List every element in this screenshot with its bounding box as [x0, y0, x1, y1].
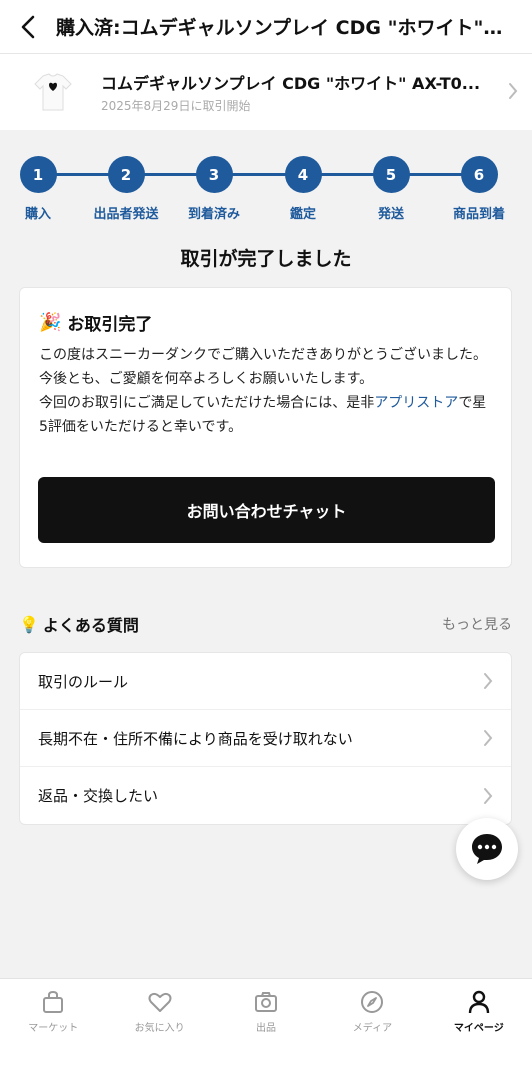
- nav-media[interactable]: メディア: [319, 979, 425, 1080]
- page-title: 購入済:コムデギャルソンプレイ CDG "ホワイト" AX-T0...: [56, 17, 506, 39]
- card-title: お取引完了: [67, 315, 153, 335]
- message-line: 今後とも、ご愛顧を何卒よろしくお願いいたします。: [39, 371, 374, 387]
- completion-card: 🎉 お取引完了 この度はスニーカーダンクでご購入いただきありがとうございました。…: [19, 287, 512, 568]
- step-label: 発送: [377, 207, 404, 222]
- person-icon: [468, 990, 490, 1014]
- step-number: 2: [107, 156, 145, 193]
- step-number: 5: [372, 156, 410, 193]
- tshirt-image: [34, 73, 72, 111]
- chevron-left-icon: [21, 15, 35, 38]
- nav-label: メディア: [352, 1023, 393, 1034]
- step-1: 1 購入: [0, 156, 78, 222]
- faq-item-label: 返品・交換したい: [38, 787, 159, 805]
- heart-icon: [148, 992, 172, 1012]
- chat-fab-button[interactable]: [456, 818, 518, 880]
- product-summary-row[interactable]: コムデギャルソンプレイ CDG "ホワイト" AX-T0... 2025年8月2…: [0, 54, 532, 130]
- chevron-right-icon: [484, 730, 493, 746]
- step-5: 5 発送: [351, 156, 431, 222]
- message-line: 今回のお取引にご満足していただけた場合には、是非アプリストアで星5評価をいただけ…: [39, 391, 492, 439]
- step-3: 3 到着済み: [174, 156, 254, 222]
- nav-market[interactable]: マーケット: [0, 979, 106, 1080]
- step-2: 2 出品者発送: [86, 156, 166, 222]
- step-label: 到着済み: [187, 207, 240, 222]
- faq-title: よくある質問: [42, 616, 139, 635]
- chevron-right-icon: [484, 787, 493, 804]
- faq-list: 取引のルール 長期不在・住所不備により商品を受け取れない 返品・交換したい: [19, 652, 512, 825]
- party-popper-icon: 🎉: [39, 312, 62, 333]
- chevron-right-icon: [484, 673, 493, 689]
- step-6: 6 商品到着: [439, 156, 519, 222]
- nav-mypage[interactable]: マイページ: [426, 979, 532, 1080]
- step-label: 鑑定: [289, 207, 316, 222]
- faq-item-label: 長期不在・住所不備により商品を受け取れない: [38, 729, 353, 748]
- step-label: 商品到着: [452, 207, 505, 222]
- step-label: 出品者発送: [93, 207, 159, 222]
- step-number: 6: [460, 156, 498, 193]
- faq-item[interactable]: 返品・交換したい: [20, 767, 511, 824]
- nav-label: マーケット: [28, 1023, 79, 1034]
- card-message: この度はスニーカーダンクでご購入いただきありがとうございました。 今後とも、ご愛…: [39, 343, 492, 439]
- faq-header: 💡 よくある質問 もっと見る: [19, 612, 512, 636]
- chevron-right-icon: [509, 83, 518, 99]
- faq-more-link[interactable]: もっと見る: [442, 614, 512, 634]
- back-button[interactable]: [0, 0, 56, 54]
- bag-icon: [43, 990, 64, 1013]
- bottom-navigation: マーケット お気に入り 出品 メディア マイページ: [0, 978, 532, 1080]
- message-text: 今回のお取引にご満足していただけた場合には、是非: [39, 395, 375, 411]
- nav-label: 出品: [256, 1023, 277, 1034]
- step-number: 4: [284, 156, 322, 193]
- contact-chat-button[interactable]: お問い合わせチャット: [38, 477, 495, 543]
- app-store-link[interactable]: アプリストア: [374, 395, 458, 411]
- faq-item-label: 取引のルール: [38, 672, 129, 691]
- step-label: 購入: [24, 207, 51, 222]
- nav-sell[interactable]: 出品: [213, 979, 319, 1080]
- faq-item[interactable]: 長期不在・住所不備により商品を受け取れない: [20, 710, 511, 767]
- product-name: コムデギャルソンプレイ CDG "ホワイト" AX-T0...: [101, 74, 481, 93]
- header-bar: 購入済:コムデギャルソンプレイ CDG "ホワイト" AX-T0...: [0, 0, 532, 54]
- status-title: 取引が完了しました: [180, 248, 352, 270]
- progress-steps: 1 購入 2 出品者発送 3 到着済み 4 鑑定 5 発送 6 商品到着: [0, 156, 532, 226]
- product-thumbnail: [25, 64, 81, 120]
- chat-bubble-icon: [472, 834, 502, 864]
- product-trade-date: 2025年8月29日に取引開始: [101, 99, 251, 113]
- message-line: この度はスニーカーダンクでご購入いただきありがとうございました。: [39, 347, 487, 363]
- faq-item[interactable]: 取引のルール: [20, 653, 511, 710]
- nav-label: マイページ: [453, 1023, 504, 1034]
- camera-icon: [255, 992, 278, 1012]
- step-number: 1: [19, 156, 57, 193]
- lightbulb-icon: 💡: [19, 614, 39, 634]
- nav-label: お気に入り: [134, 1023, 185, 1034]
- step-number: 3: [195, 156, 233, 193]
- compass-icon: [361, 991, 384, 1013]
- step-4: 4 鑑定: [263, 156, 343, 222]
- nav-favorites[interactable]: お気に入り: [106, 979, 212, 1080]
